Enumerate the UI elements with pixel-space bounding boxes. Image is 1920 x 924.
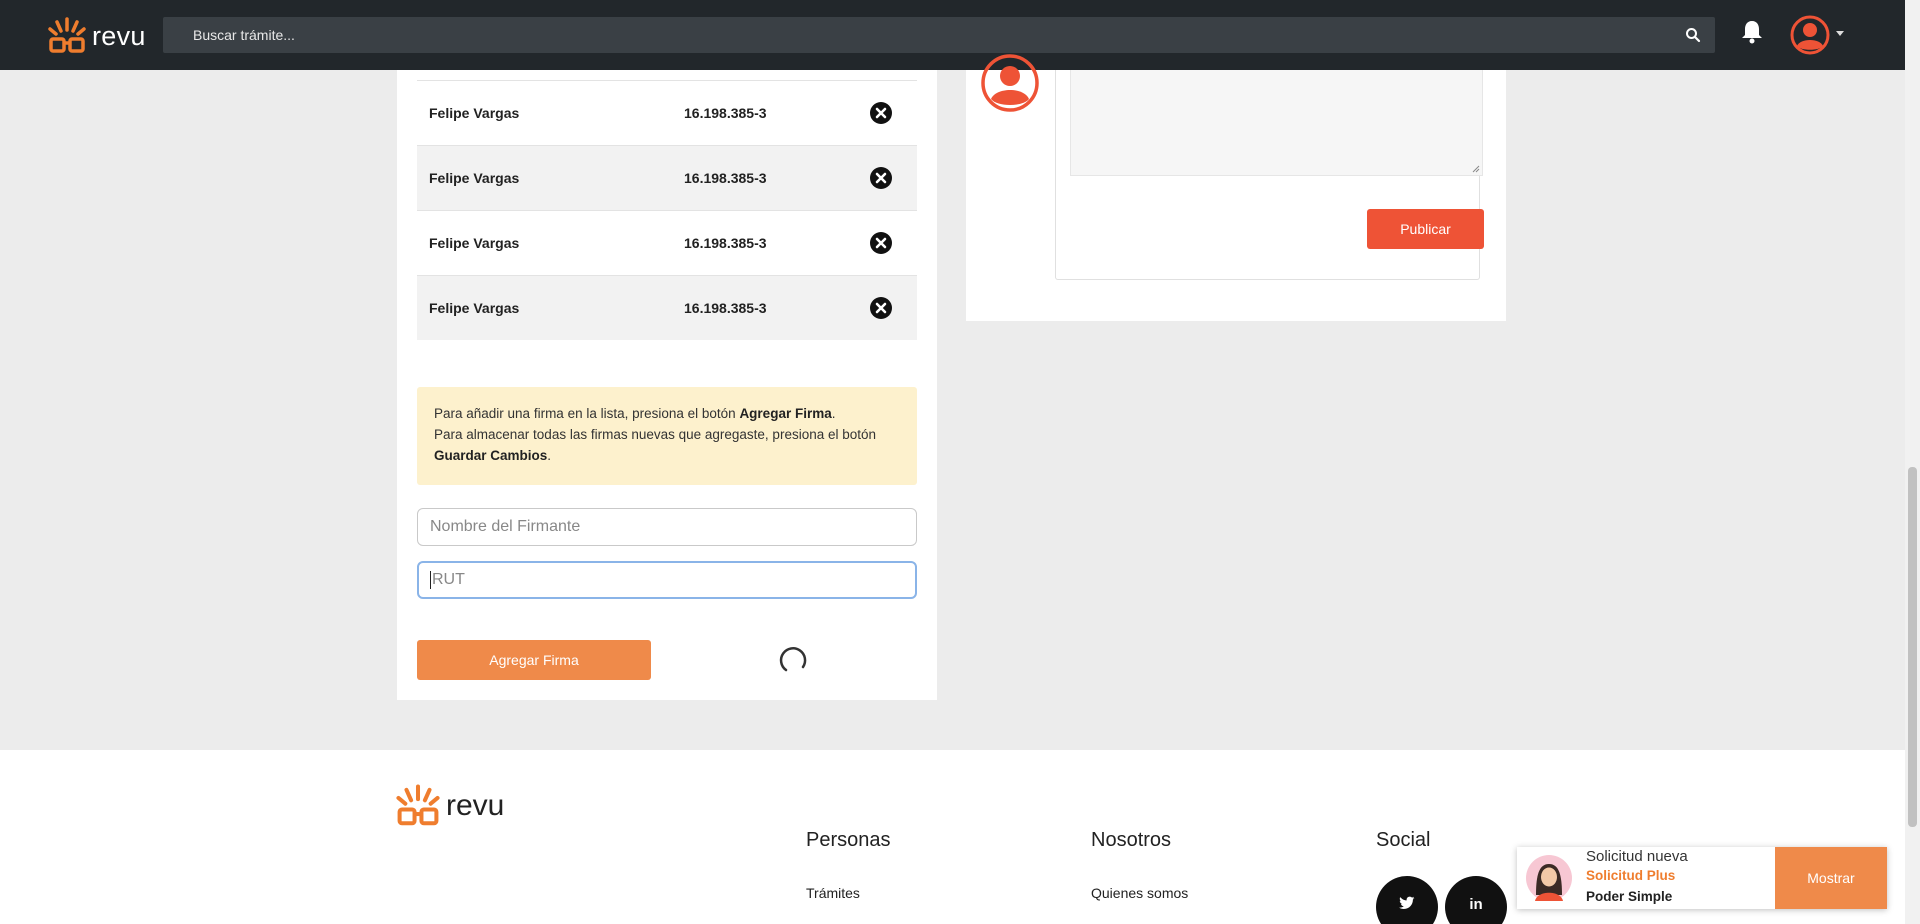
rut-placeholder: RUT xyxy=(432,571,465,588)
publish-button[interactable]: Publicar xyxy=(1367,209,1484,249)
table-row: Felipe Vargas 16.198.385-3 xyxy=(417,210,917,275)
remove-icon[interactable] xyxy=(869,101,893,125)
footer-title-personas: Personas xyxy=(806,829,891,851)
search-input[interactable]: Buscar trámite... xyxy=(193,17,295,53)
signer-name: Felipe Vargas xyxy=(429,105,520,121)
revu-logo-icon xyxy=(396,784,440,826)
scrollbar[interactable] xyxy=(1905,0,1920,924)
comment-card: Publicar xyxy=(966,54,1506,321)
loading-spinner-icon xyxy=(779,647,807,672)
footer-logo[interactable]: revu xyxy=(396,783,504,829)
remove-icon[interactable] xyxy=(869,231,893,255)
signer-name: Felipe Vargas xyxy=(429,235,520,251)
linkedin-label: in xyxy=(1469,896,1483,913)
add-signature-button[interactable]: Agregar Firma xyxy=(417,640,651,680)
remove-icon[interactable] xyxy=(869,296,893,320)
toast-title: Solicitud nueva xyxy=(1586,848,1688,865)
top-navbar: revu Buscar trámite... xyxy=(0,0,1905,70)
table-row: Felipe Vargas 16.198.385-3 xyxy=(417,145,917,210)
revu-logo-icon xyxy=(48,17,86,53)
info-notice: Para añadir una firma en la lista, presi… xyxy=(417,387,917,485)
twitter-bird-icon xyxy=(1399,896,1415,909)
text-cursor xyxy=(430,570,431,589)
chevron-down-icon[interactable] xyxy=(1836,31,1844,36)
footer-link-tramites[interactable]: Trámites xyxy=(806,885,860,901)
signer-rut: 16.198.385-3 xyxy=(684,170,767,186)
agent-avatar-icon xyxy=(1526,855,1572,901)
notice-line-2: Para almacenar todas las firmas nuevas q… xyxy=(434,427,877,463)
signatures-card: Felipe Vargas 16.198.385-3 Felipe Vargas… xyxy=(397,70,937,700)
resize-handle-icon[interactable] xyxy=(1472,165,1480,173)
notice-line-1: Para añadir una firma en la lista, presi… xyxy=(434,406,836,421)
linkedin-icon[interactable]: in xyxy=(1445,876,1507,924)
search-bar[interactable]: Buscar trámite... xyxy=(163,17,1715,53)
signer-name: Felipe Vargas xyxy=(429,300,520,316)
notification-toast: Solicitud nueva Solicitud Plus Poder Sim… xyxy=(1517,847,1887,909)
signer-rut: 16.198.385-3 xyxy=(684,235,767,251)
signer-name-input[interactable]: Nombre del Firmante xyxy=(417,508,917,546)
signer-rut: 16.198.385-3 xyxy=(684,105,767,121)
footer-brand-name: revu xyxy=(446,789,505,822)
show-button[interactable]: Mostrar xyxy=(1775,847,1887,909)
footer-title-nosotros: Nosotros xyxy=(1091,829,1172,851)
footer-link-quienes-somos[interactable]: Quienes somos xyxy=(1091,885,1188,901)
signer-rut: 16.198.385-3 xyxy=(684,300,767,316)
bell-icon[interactable] xyxy=(1741,20,1763,44)
header-logo[interactable]: revu xyxy=(48,16,146,56)
table-row: Felipe Vargas 16.198.385-3 xyxy=(417,275,917,340)
rut-input[interactable]: RUT xyxy=(417,561,917,599)
remove-icon[interactable] xyxy=(869,166,893,190)
footer-title-social: Social xyxy=(1376,829,1431,851)
signer-name: Felipe Vargas xyxy=(429,170,520,186)
twitter-icon[interactable] xyxy=(1376,876,1438,924)
scrollbar-thumb[interactable] xyxy=(1908,467,1917,827)
commenter-avatar-icon xyxy=(981,54,1039,112)
toast-meta: Poder Simple xyxy=(1586,889,1673,904)
toast-subtitle: Solicitud Plus xyxy=(1586,868,1676,883)
comment-textarea[interactable] xyxy=(1070,70,1483,176)
user-avatar-icon[interactable] xyxy=(1790,15,1830,55)
table-row: Felipe Vargas 16.198.385-3 xyxy=(417,80,917,145)
signatures-table: Felipe Vargas 16.198.385-3 Felipe Vargas… xyxy=(417,80,917,340)
search-icon[interactable] xyxy=(1685,27,1701,43)
brand-name: revu xyxy=(92,20,146,51)
